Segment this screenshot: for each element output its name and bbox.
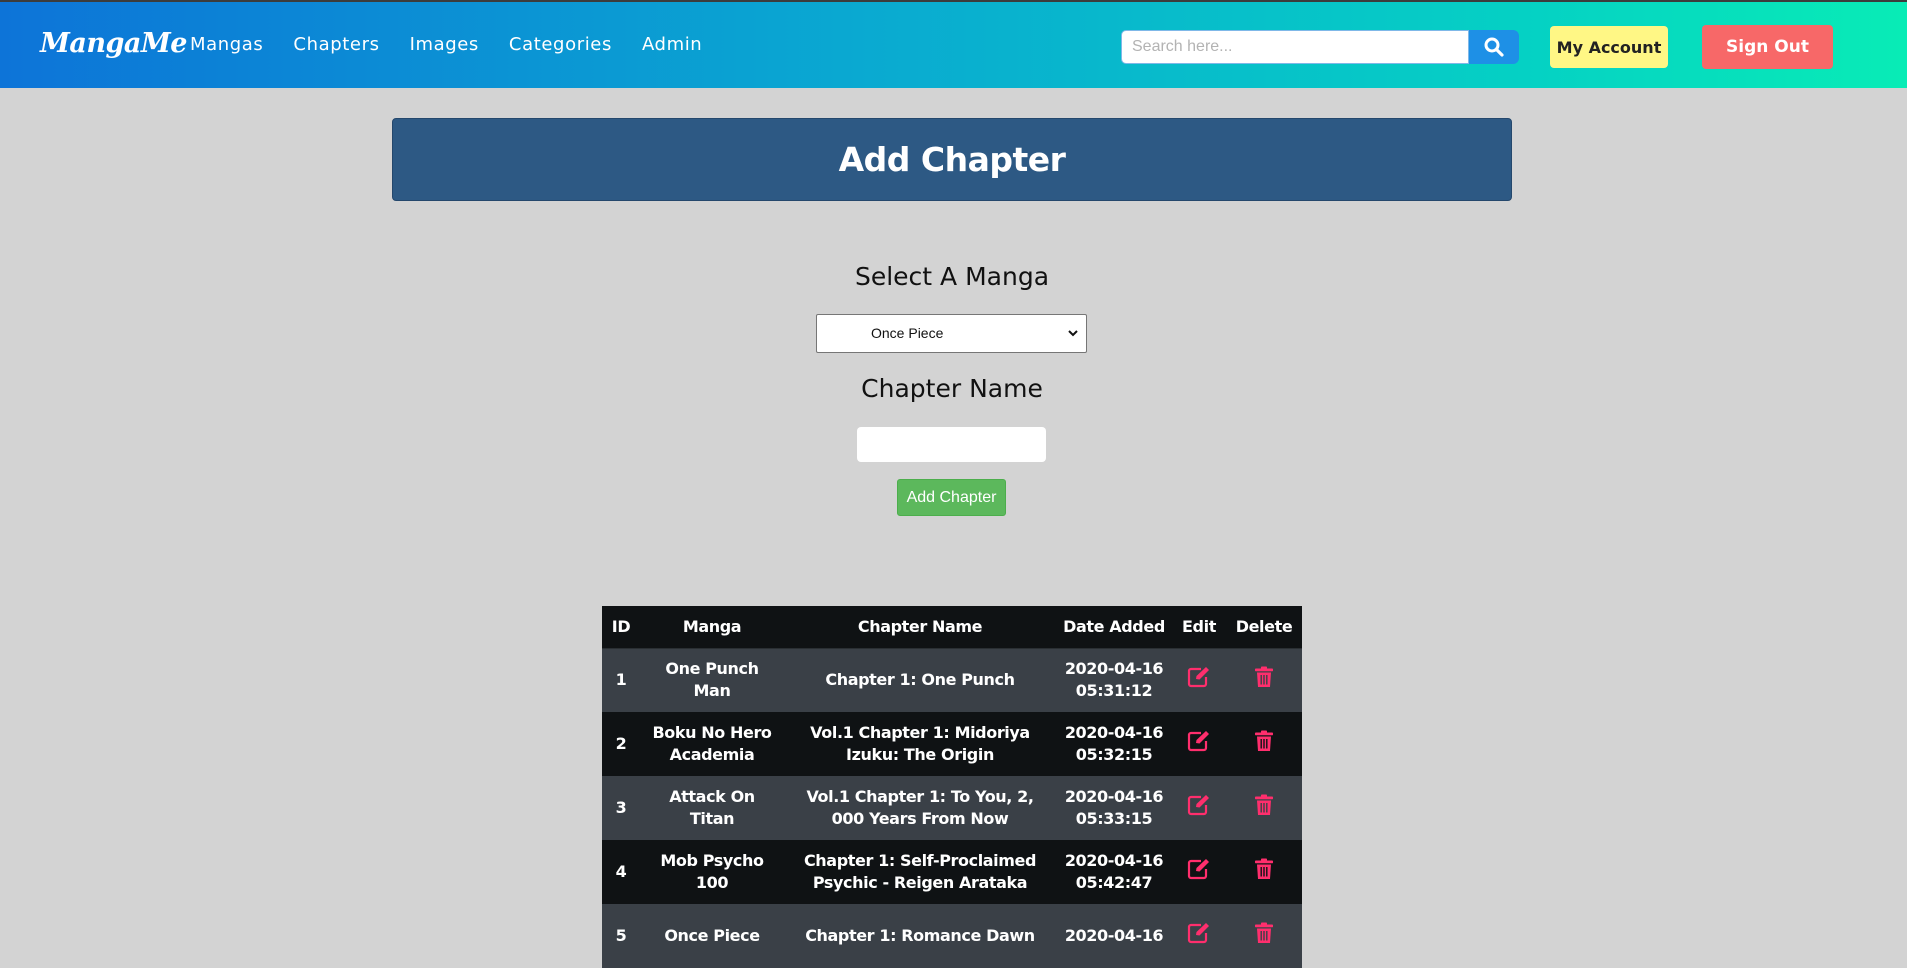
date-text: 2020-04-16: [1064, 723, 1164, 742]
cell-delete: [1226, 648, 1302, 712]
cell-delete: [1226, 904, 1302, 968]
cell-date-added: 2020-04-16: [1056, 904, 1172, 968]
cell-chapter-name: Vol.1 Chapter 1: To You, 2, 000 Years Fr…: [784, 776, 1056, 840]
cell-chapter-name: Chapter 1: One Punch: [784, 648, 1056, 712]
column-header-chapter-name: Chapter Name: [784, 606, 1056, 649]
column-header-edit: Edit: [1172, 606, 1226, 649]
time-text: 05:42:47: [1075, 873, 1153, 892]
sign-out-button[interactable]: Sign Out: [1702, 25, 1833, 69]
search-button[interactable]: [1469, 30, 1519, 64]
nav-link-mangas[interactable]: Mangas: [190, 34, 263, 55]
cell-edit: [1172, 840, 1226, 904]
add-chapter-button[interactable]: Add Chapter: [897, 479, 1006, 516]
page-header-banner: Add Chapter: [392, 118, 1512, 201]
edit-icon[interactable]: [1187, 922, 1211, 950]
cell-chapter-name: Chapter 1: Self-Proclaimed Psychic - Rei…: [784, 840, 1056, 904]
cell-date-added: 2020-04-16 05:42:47: [1056, 840, 1172, 904]
cell-id: 2: [602, 712, 640, 776]
cell-manga: Boku No Hero Academia: [640, 712, 784, 776]
trash-icon[interactable]: [1254, 922, 1274, 950]
page-title: Add Chapter: [838, 140, 1066, 179]
table-row: 3 Attack On Titan Vol.1 Chapter 1: To Yo…: [602, 776, 1302, 840]
my-account-button[interactable]: My Account: [1550, 26, 1668, 68]
chapter-name-input[interactable]: [857, 427, 1046, 462]
manga-select-value: Once Piece: [871, 325, 944, 341]
nav-link-admin[interactable]: Admin: [642, 34, 702, 55]
date-text: 2020-04-16: [1064, 787, 1164, 806]
cell-manga: Mob Psycho 100: [640, 840, 784, 904]
cell-id: 5: [602, 904, 640, 968]
column-header-date-added: Date Added: [1056, 606, 1172, 649]
chapters-table: ID Manga Chapter Name Date Added Edit De…: [602, 606, 1302, 968]
cell-date-added: 2020-04-16 05:33:15: [1056, 776, 1172, 840]
chevron-down-icon: [1068, 330, 1078, 337]
nav-link-categories[interactable]: Categories: [509, 34, 612, 55]
cell-edit: [1172, 904, 1226, 968]
table-row: 4 Mob Psycho 100 Chapter 1: Self-Proclai…: [602, 840, 1302, 904]
select-manga-label: Select A Manga: [854, 262, 1050, 291]
date-text: 2020-04-16: [1064, 851, 1164, 870]
nav-links: Mangas Chapters Images Categories Admin: [190, 34, 732, 55]
cell-id: 4: [602, 840, 640, 904]
cell-delete: [1226, 840, 1302, 904]
trash-icon[interactable]: [1254, 730, 1274, 758]
nav-link-images[interactable]: Images: [410, 34, 479, 55]
table-header-row: ID Manga Chapter Name Date Added Edit De…: [602, 606, 1302, 649]
edit-icon[interactable]: [1187, 730, 1211, 758]
cell-chapter-name: Chapter 1: Romance Dawn: [784, 904, 1056, 968]
time-text: 05:33:15: [1075, 809, 1153, 828]
cell-manga: Once Piece: [640, 904, 784, 968]
date-text: 2020-04-16: [1064, 926, 1164, 945]
brand-logo[interactable]: MangaMe: [40, 28, 187, 59]
search-input[interactable]: [1121, 30, 1469, 64]
manga-select[interactable]: Once Piece: [816, 314, 1087, 353]
cell-delete: [1226, 776, 1302, 840]
table-row: 2 Boku No Hero Academia Vol.1 Chapter 1:…: [602, 712, 1302, 776]
edit-icon[interactable]: [1187, 666, 1211, 694]
search-form: [1121, 30, 1519, 64]
edit-icon[interactable]: [1187, 858, 1211, 886]
column-header-id: ID: [602, 606, 640, 649]
time-text: 05:32:15: [1075, 745, 1153, 764]
top-navbar: MangaMe Mangas Chapters Images Categorie…: [0, 0, 1907, 88]
cell-edit: [1172, 776, 1226, 840]
trash-icon[interactable]: [1254, 666, 1274, 694]
nav-link-chapters[interactable]: Chapters: [293, 34, 379, 55]
column-header-delete: Delete: [1226, 606, 1302, 649]
trash-icon[interactable]: [1254, 794, 1274, 822]
column-header-manga: Manga: [640, 606, 784, 649]
cell-id: 3: [602, 776, 640, 840]
search-icon: [1484, 37, 1504, 57]
cell-edit: [1172, 648, 1226, 712]
cell-date-added: 2020-04-16 05:32:15: [1056, 712, 1172, 776]
time-text: 05:31:12: [1075, 681, 1153, 701]
table-row: 1 One Punch Man Chapter 1: One Punch 202…: [602, 648, 1302, 712]
cell-id: 1: [602, 648, 640, 712]
edit-icon[interactable]: [1187, 794, 1211, 822]
cell-edit: [1172, 712, 1226, 776]
trash-icon[interactable]: [1254, 858, 1274, 886]
cell-delete: [1226, 712, 1302, 776]
chapter-name-label: Chapter Name: [861, 374, 1043, 403]
cell-chapter-name: Vol.1 Chapter 1: Midoriya Izuku: The Ori…: [784, 712, 1056, 776]
cell-manga: Attack On Titan: [640, 776, 784, 840]
date-text: 2020-04-16: [1064, 659, 1164, 679]
table-row: 5 Once Piece Chapter 1: Romance Dawn 202…: [602, 904, 1302, 968]
cell-date-added: 2020-04-16 05:31:12: [1056, 648, 1172, 712]
cell-manga: One Punch Man: [640, 648, 784, 712]
